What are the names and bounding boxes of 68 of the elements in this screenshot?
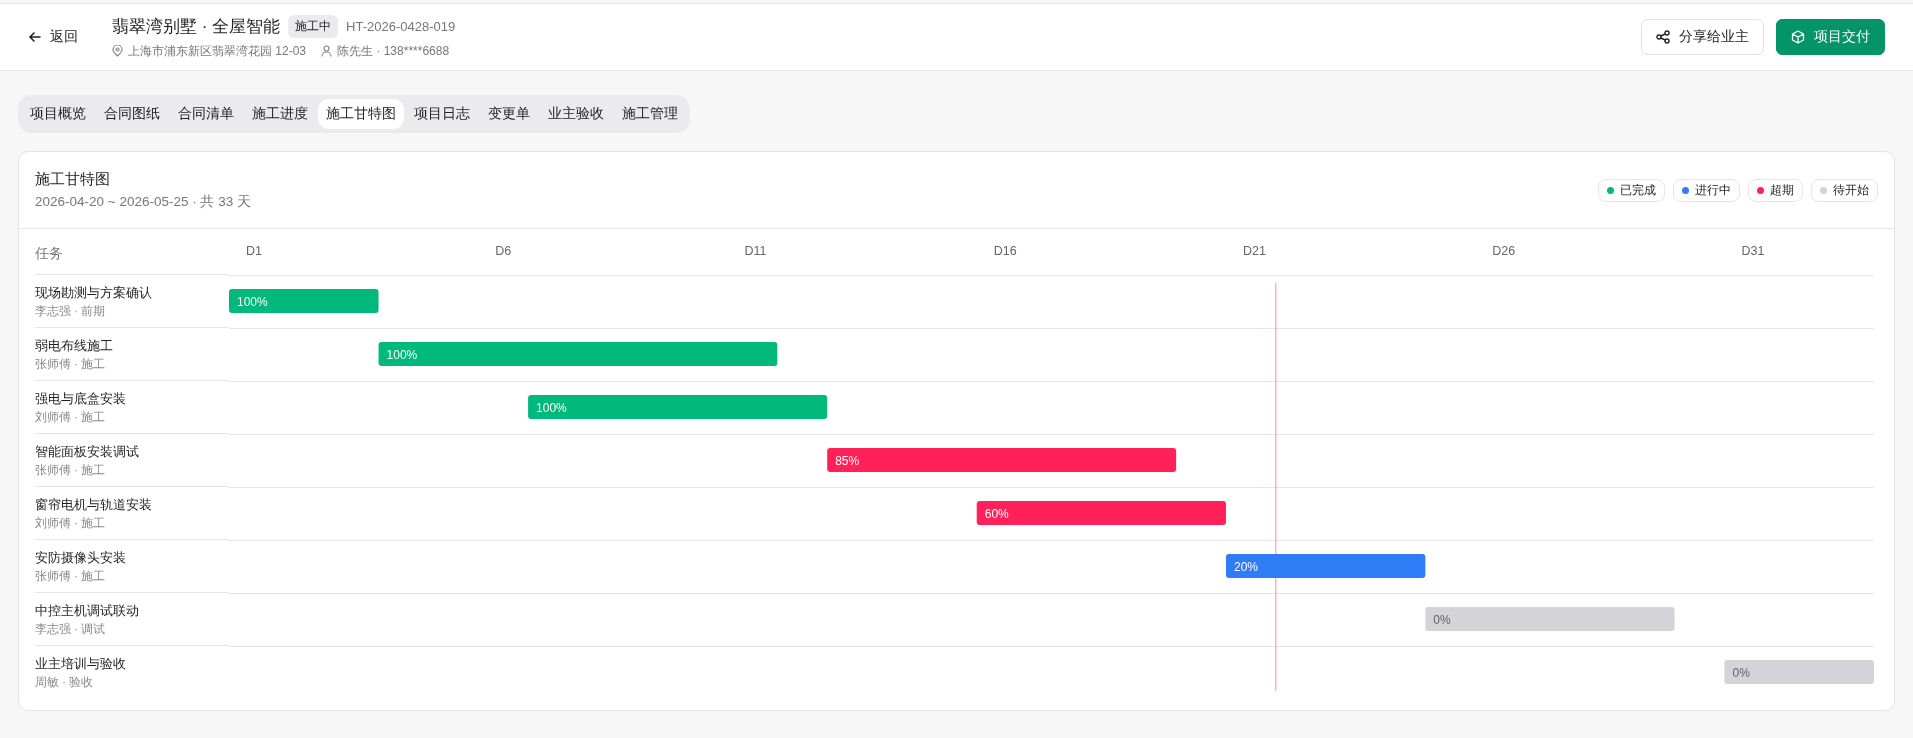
- contract-code: HT-2026-0428-019: [346, 18, 456, 34]
- progress-label: 60%: [984, 506, 1009, 521]
- share-icon: [1656, 30, 1670, 44]
- tab[interactable]: 项目概览: [22, 99, 94, 129]
- progress-label: 100%: [386, 347, 418, 362]
- address-text: 上海市浦东新区翡翠湾花园 12-03: [128, 42, 307, 60]
- package-icon: [1791, 30, 1805, 44]
- task-name: 业主培训与验收: [35, 655, 127, 673]
- legend-label: 待开始: [1833, 181, 1869, 199]
- progress-label: 85%: [835, 453, 860, 468]
- day-tick-label: D21: [1242, 244, 1266, 258]
- day-tick-label: D26: [1492, 244, 1516, 258]
- day-tick-label: D31: [1741, 244, 1765, 258]
- task-bar[interactable]: [378, 342, 778, 366]
- task-name: 窗帘电机与轨道安装: [35, 495, 153, 514]
- day-tick-label: D1: [246, 244, 262, 258]
- project-title: 翡翠湾别墅 · 全屋智能: [112, 15, 281, 38]
- task-bar[interactable]: [827, 448, 1177, 472]
- column-header: 任务: [35, 244, 63, 263]
- legend-label: 已完成: [1620, 181, 1656, 199]
- back-arrow-icon: [28, 30, 42, 44]
- task-meta: 李志强 · 前期: [35, 303, 107, 319]
- task-meta: 张师傅 · 施工: [35, 356, 107, 372]
- progress-label: 100%: [536, 400, 567, 415]
- progress-label: 0%: [1433, 612, 1451, 627]
- tab[interactable]: 变更单: [480, 99, 538, 129]
- task-meta: 李志强 · 调试: [35, 621, 107, 637]
- deliver-button[interactable]: 项目交付: [1776, 19, 1885, 55]
- task-bar[interactable]: [1425, 607, 1675, 631]
- task-bar[interactable]: [528, 395, 828, 419]
- legend-label: 超期: [1770, 181, 1794, 199]
- task-meta: 张师傅 · 施工: [35, 568, 107, 584]
- task-name: 强电与底盒安装: [35, 389, 127, 408]
- tab[interactable]: 合同清单: [170, 99, 242, 129]
- task-meta: 刘师傅 · 施工: [35, 515, 107, 531]
- task-bar[interactable]: [229, 289, 379, 313]
- task-name: 中控主机调试联动: [35, 601, 140, 620]
- share-button[interactable]: 分享给业主: [1641, 19, 1764, 55]
- location-pin-icon: [112, 45, 123, 57]
- day-tick-label: D6: [495, 244, 512, 258]
- task-name: 智能面板安装调试: [35, 442, 140, 461]
- task-bar[interactable]: [1225, 554, 1426, 578]
- task-name: 现场勘测与方案确认: [35, 283, 153, 302]
- back-button[interactable]: 返回: [28, 24, 78, 50]
- progress-label: 100%: [237, 294, 268, 309]
- task-meta: 周敏 · 验收: [35, 675, 95, 690]
- task-name: 弱电布线施工: [35, 336, 114, 355]
- task-bar[interactable]: [1724, 660, 1874, 684]
- legend-label: 进行中: [1695, 181, 1731, 199]
- tab[interactable]: 施工进度: [244, 99, 316, 129]
- date-range: 2026-04-20 ~ 2026-05-25 · 共 33 天: [35, 192, 251, 211]
- person-icon: [321, 45, 333, 57]
- contact-text: 陈先生 · 138****6688: [337, 42, 450, 60]
- day-tick-label: D16: [993, 244, 1017, 258]
- task-bar[interactable]: [976, 501, 1226, 525]
- progress-label: 0%: [1732, 665, 1750, 680]
- task-name: 安防摄像头安装: [35, 548, 127, 567]
- tab[interactable]: 项目日志: [406, 99, 478, 129]
- task-meta: 张师傅 · 施工: [35, 462, 107, 478]
- card-title: 施工甘特图: [35, 169, 111, 189]
- progress-label: 20%: [1233, 559, 1258, 574]
- tab[interactable]: 合同图纸: [96, 99, 168, 129]
- tab[interactable]: 施工管理: [614, 99, 686, 129]
- task-meta: 刘师傅 · 施工: [35, 409, 107, 425]
- day-tick-label: D11: [744, 244, 767, 258]
- status-badge: 施工中: [288, 14, 339, 38]
- tab[interactable]: 业主验收: [540, 99, 612, 129]
- tab[interactable]: 施工甘特图: [318, 99, 404, 129]
